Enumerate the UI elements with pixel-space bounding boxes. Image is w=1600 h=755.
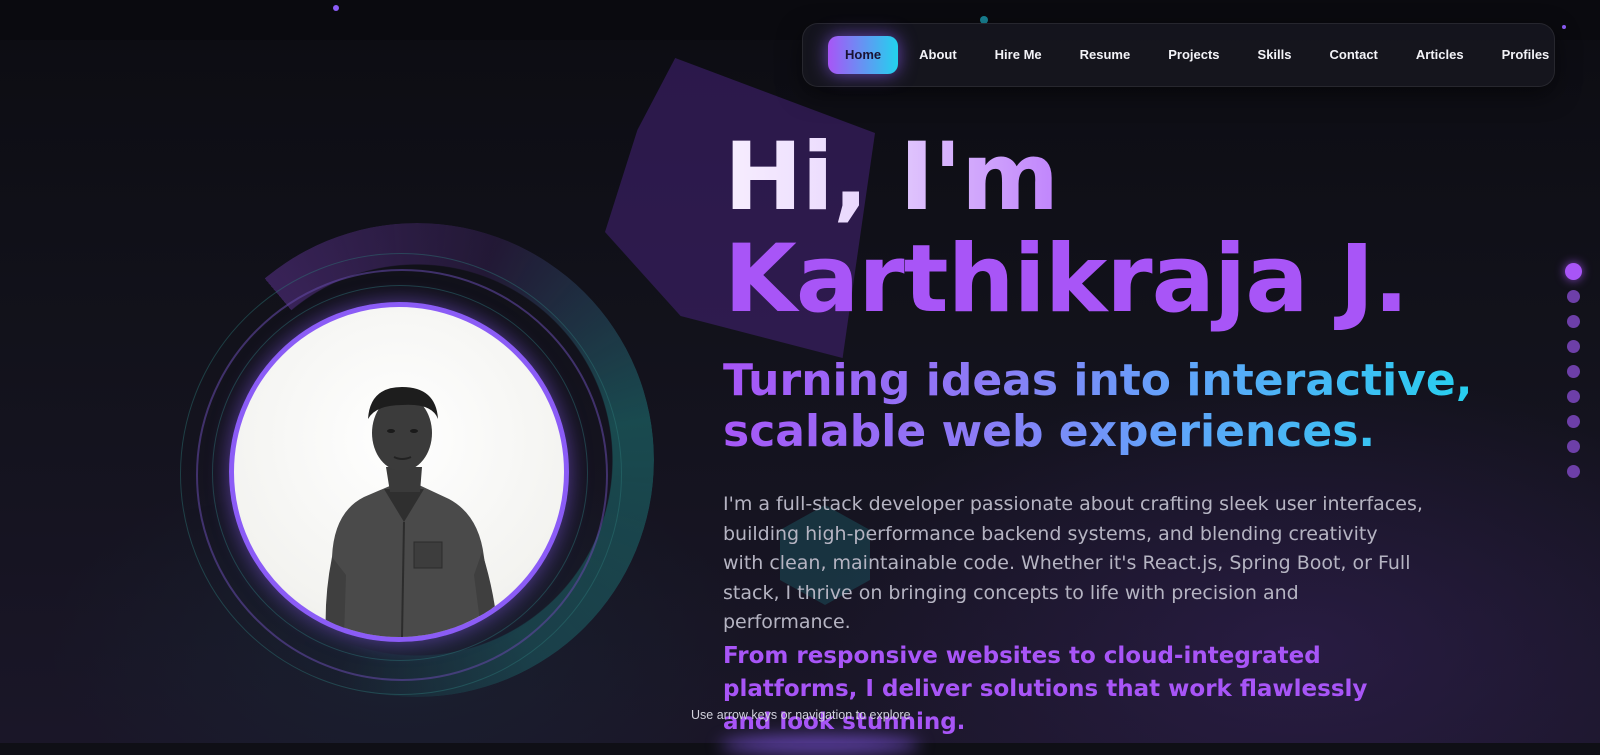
hint-glow (720, 735, 920, 755)
person-silhouette (325, 387, 498, 637)
hero-greeting: Hi, I'm (724, 123, 1059, 232)
section-dot-6[interactable] (1566, 390, 1580, 403)
section-dot-2[interactable] (1566, 290, 1580, 303)
decor-dot (333, 5, 339, 11)
section-dot-8[interactable] (1566, 440, 1580, 453)
nav-item-home[interactable]: Home (828, 36, 899, 74)
nav-item-articles[interactable]: Articles (1399, 36, 1481, 74)
nav-item-hire-me[interactable]: Hire Me (978, 36, 1059, 74)
hero-tagline-line2: scalable web experiences. (723, 406, 1376, 457)
hero-tagline: Turning ideas into interactive, scalable… (723, 355, 1483, 457)
section-dot-9[interactable] (1566, 465, 1580, 478)
section-dot-3[interactable] (1566, 315, 1580, 328)
navigation-hint: Use arrow keys or navigation to explore (691, 708, 911, 722)
nav-item-contact[interactable]: Contact (1313, 36, 1395, 74)
nav-item-about[interactable]: About (902, 36, 974, 74)
hero-description: I'm a full-stack developer passionate ab… (723, 493, 1423, 633)
decor-dot (1562, 25, 1566, 29)
hero-highlight: From responsive websites to cloud-integr… (723, 643, 1368, 735)
nav-item-skills[interactable]: Skills (1241, 36, 1309, 74)
profile-photo (229, 302, 569, 642)
section-dot-5[interactable] (1566, 365, 1580, 378)
nav-item-profiles[interactable]: Profiles (1485, 36, 1567, 74)
hero-name: Karthikraja J. (724, 225, 1409, 334)
nav-item-resume[interactable]: Resume (1063, 36, 1148, 74)
section-dot-4[interactable] (1566, 340, 1580, 353)
hero-tagline-line1: Turning ideas into interactive, (723, 355, 1473, 406)
section-dot-7[interactable] (1566, 415, 1580, 428)
nav-item-projects[interactable]: Projects (1151, 36, 1236, 74)
section-dot-1[interactable] (1564, 263, 1582, 280)
main-navigation: Home About Hire Me Resume Projects Skill… (802, 23, 1555, 87)
section-dots (1563, 263, 1583, 490)
